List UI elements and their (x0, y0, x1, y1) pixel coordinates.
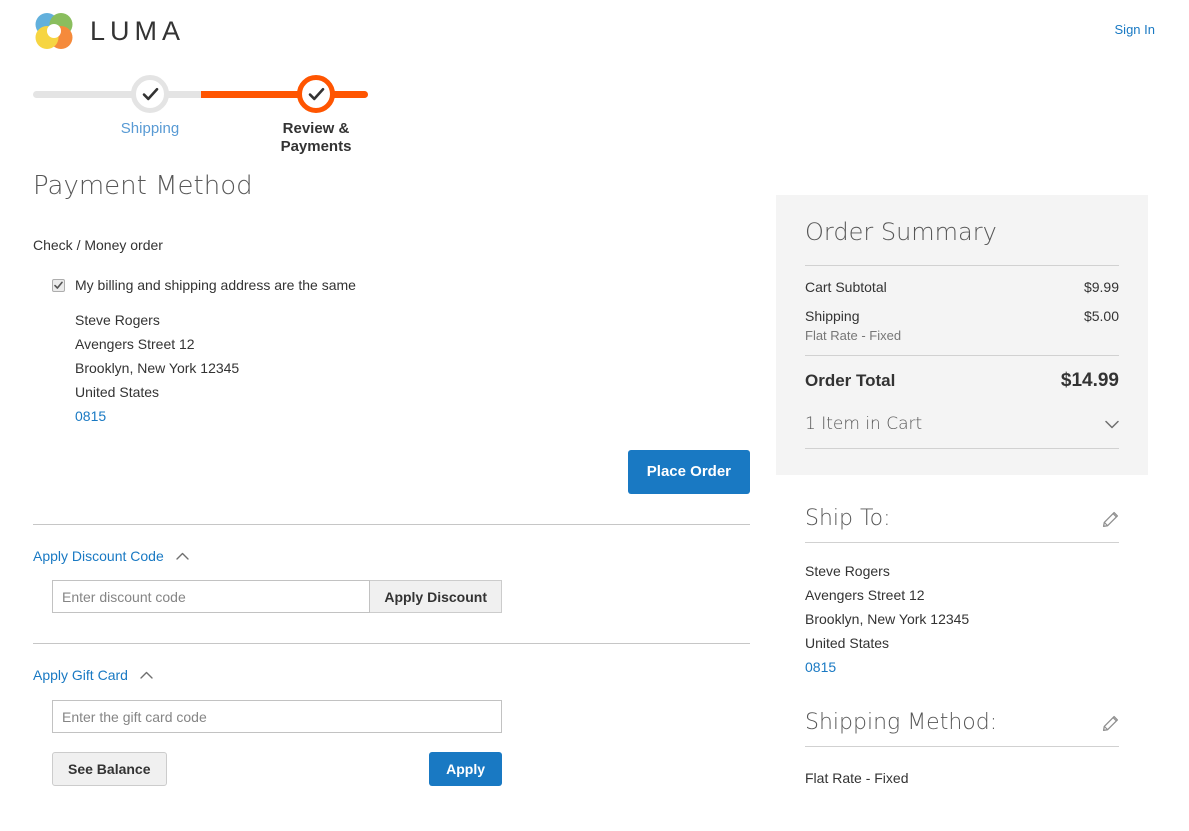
summary-row-cart-subtotal: Cart Subtotal $9.99 (805, 277, 1119, 297)
progress-step-review-payments[interactable]: Review & Payments (256, 72, 376, 156)
checkout-sidebar: Order Summary Cart Subtotal $9.99 Shippi… (776, 195, 1148, 790)
brand-logo[interactable]: LUMA (33, 11, 185, 51)
billing-same-checkbox[interactable] (52, 279, 65, 292)
ship-to-header: Ship To: (805, 483, 1119, 533)
chevron-up-icon (128, 671, 153, 679)
items-in-cart-label: 1 Item in Cart (805, 414, 923, 434)
order-summary-title: Order Summary (805, 218, 997, 246)
apply-discount-code-toggle[interactable]: Apply Discount Code (33, 547, 750, 565)
apply-gift-card-button[interactable]: Apply (429, 752, 502, 786)
progress-step-label-review-payments: Review & Payments (280, 120, 352, 155)
place-order-row: Place Order (33, 450, 750, 494)
billing-address-city-state-zip: Brooklyn, New York 12345 (75, 360, 240, 376)
summary-bottom-rule (805, 448, 1119, 449)
chevron-down-icon (1105, 420, 1119, 429)
site-header: LUMA Sign In (0, 0, 1189, 62)
checkout-main-column: Payment Method Check / Money order My bi… (33, 170, 750, 786)
ship-to-address: Steve Rogers Avengers Street 12 Brooklyn… (805, 543, 1119, 679)
page-title: Payment Method (33, 171, 253, 201)
shipping-method-body: Flat Rate - Fixed (805, 747, 1119, 790)
pencil-icon[interactable] (1102, 715, 1119, 732)
order-total-value: $14.99 (1060, 370, 1119, 391)
summary-sublabel-shipping: Flat Rate - Fixed (805, 328, 902, 343)
ship-to-block: Ship To: Steve Rogers Avengers Street 12… (776, 483, 1148, 679)
shipping-method-title: Shipping Method: (805, 710, 998, 735)
section-divider-discount (33, 524, 750, 525)
shipping-method-value: Flat Rate - Fixed (805, 770, 909, 786)
billing-address-country: United States (75, 384, 160, 400)
apply-gift-card-label: Apply Gift Card (33, 667, 128, 683)
progress-step-shipping[interactable]: Shipping (90, 72, 210, 138)
checkout-progress-bar: Shipping Review & Payments (33, 72, 453, 155)
order-total-label: Order Total (805, 371, 896, 390)
billing-address-telephone[interactable]: 0815 (75, 404, 750, 428)
sign-in-link[interactable]: Sign In (1115, 22, 1155, 37)
brand-name: LUMA (90, 15, 186, 46)
shipping-method-header: Shipping Method: (805, 687, 1119, 737)
step-circle-review-payments (297, 75, 335, 113)
ship-to-telephone[interactable]: 0815 (805, 655, 1119, 679)
billing-same-as-shipping-row[interactable]: My billing and shipping address are the … (52, 276, 750, 294)
discount-code-input[interactable] (52, 580, 371, 613)
section-divider-giftcard (33, 643, 750, 644)
gift-card-input-wrap (52, 700, 502, 733)
ship-to-title: Ship To: (805, 506, 891, 531)
billing-same-checkbox-label[interactable]: My billing and shipping address are the … (75, 276, 356, 294)
step-circle-shipping (131, 75, 169, 113)
items-in-cart-toggle[interactable]: 1 Item in Cart (805, 408, 1119, 448)
summary-label-cart-subtotal: Cart Subtotal (805, 279, 887, 295)
check-icon (142, 86, 159, 103)
pencil-icon[interactable] (1102, 511, 1119, 528)
summary-row-shipping: Shipping Flat Rate - Fixed $5.00 (805, 306, 1119, 345)
billing-address-street: Avengers Street 12 (75, 336, 195, 352)
summary-label-shipping: Shipping (805, 308, 860, 324)
apply-discount-code-label: Apply Discount Code (33, 548, 164, 564)
check-icon (308, 86, 325, 103)
progress-step-label-shipping[interactable]: Shipping (90, 120, 210, 138)
summary-value-shipping: $5.00 (1083, 308, 1119, 324)
order-total-row: Order Total $14.99 (805, 356, 1119, 408)
checkmark-icon (54, 281, 63, 289)
discount-code-form: Apply Discount (52, 580, 502, 613)
billing-address-block: Steve Rogers Avengers Street 12 Brooklyn… (75, 308, 750, 428)
billing-address-name: Steve Rogers (75, 312, 160, 328)
chevron-up-icon (164, 552, 189, 560)
luma-ring-logo-icon (33, 11, 75, 51)
order-summary-rows: Cart Subtotal $9.99 Shipping Flat Rate -… (805, 266, 1119, 355)
ship-to-name: Steve Rogers (805, 563, 890, 579)
ship-to-city-state-zip: Brooklyn, New York 12345 (805, 611, 970, 627)
checkout-page: LUMA Sign In Shipping Review & Payments … (0, 0, 1189, 831)
shipping-method-block: Shipping Method: Flat Rate - Fixed (776, 687, 1148, 790)
ship-to-country: United States (805, 635, 890, 651)
apply-gift-card-toggle[interactable]: Apply Gift Card (33, 666, 750, 684)
order-summary-panel: Order Summary Cart Subtotal $9.99 Shippi… (776, 195, 1148, 475)
apply-discount-button[interactable]: Apply Discount (370, 580, 502, 613)
place-order-button[interactable]: Place Order (627, 450, 750, 494)
ship-to-street: Avengers Street 12 (805, 587, 925, 603)
gift-card-actions: See Balance Apply (52, 752, 502, 786)
see-balance-button[interactable]: See Balance (52, 752, 167, 786)
payment-method-name: Check / Money order (33, 237, 163, 253)
gift-card-code-input[interactable] (52, 700, 502, 733)
summary-value-cart-subtotal: $9.99 (1083, 279, 1119, 295)
